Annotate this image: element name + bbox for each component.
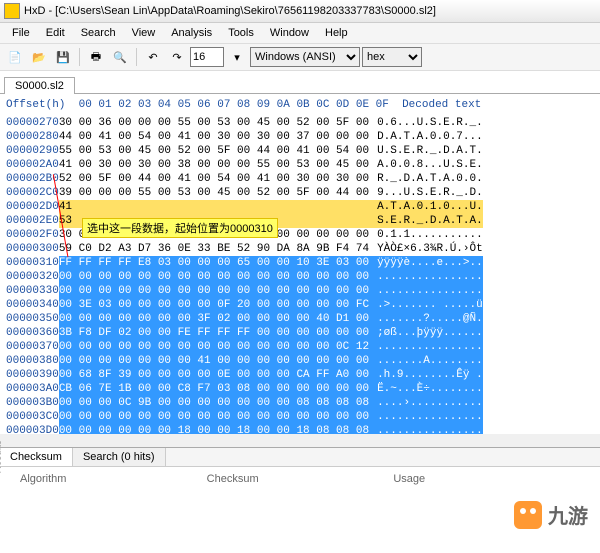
menu-analysis[interactable]: Analysis: [163, 25, 220, 41]
new-icon[interactable]: 📄: [4, 46, 26, 68]
app-icon: [4, 3, 20, 19]
annotation-callout: 选中这一段数据，起始位置为0000310: [82, 218, 278, 238]
hex-row[interactable]: 00000340 00 3E 03 00 00 00 00 00 0F 20 0…: [0, 298, 600, 312]
hex-editor[interactable]: Offset(h) 00 01 02 03 04 05 06 07 08 09 …: [0, 94, 600, 434]
watermark: 九游: [514, 500, 588, 529]
results-columns: Algorithm Checksum Usage: [0, 467, 600, 491]
find-icon[interactable]: 🔍: [109, 46, 131, 68]
undo-icon[interactable]: ↶: [142, 46, 164, 68]
menu-bar: File Edit Search View Analysis Tools Win…: [0, 23, 600, 44]
menu-tools[interactable]: Tools: [220, 25, 262, 41]
hex-row[interactable]: 000003B0 00 00 00 0C 9B 00 00 00 00 00 0…: [0, 396, 600, 410]
menu-window[interactable]: Window: [262, 25, 317, 41]
col-checksum: Checksum: [207, 473, 394, 485]
open-icon[interactable]: 📂: [28, 46, 50, 68]
separator: [79, 48, 80, 66]
dropdown-icon[interactable]: ▾: [226, 46, 248, 68]
hex-row[interactable]: 00000280 44 00 41 00 54 00 41 00 30 00 3…: [0, 130, 600, 144]
hex-row[interactable]: 00000330 00 00 00 00 00 00 00 00 00 00 0…: [0, 284, 600, 298]
hex-row[interactable]: 00000380 00 00 00 00 00 00 00 41 00 00 0…: [0, 354, 600, 368]
menu-file[interactable]: File: [4, 25, 38, 41]
hex-row[interactable]: 000003C0 00 00 00 00 00 00 00 00 00 00 0…: [0, 410, 600, 424]
hex-row[interactable]: 00000370 00 00 00 00 00 00 00 00 00 00 0…: [0, 340, 600, 354]
results-tabs: Checksum Search (0 hits): [0, 448, 600, 467]
results-panel: Results Checksum Search (0 hits) Algorit…: [0, 447, 600, 553]
menu-view[interactable]: View: [124, 25, 164, 41]
bytes-per-row-input[interactable]: [190, 47, 224, 67]
file-tabs: S0000.sl2: [0, 71, 600, 94]
hex-row[interactable]: 00000390 00 68 8F 39 00 00 00 00 0E 00 0…: [0, 368, 600, 382]
hex-header: Offset(h) 00 01 02 03 04 05 06 07 08 09 …: [0, 94, 600, 116]
hex-row[interactable]: 000002A0 41 00 30 00 30 00 38 00 00 00 5…: [0, 158, 600, 172]
separator: [136, 48, 137, 66]
title-bar: HxD - [C:\Users\Sean Lin\AppData\Roaming…: [0, 0, 600, 23]
print-icon[interactable]: 🖶: [85, 46, 107, 68]
hex-row[interactable]: 00000270 30 00 36 00 00 00 55 00 53 00 4…: [0, 116, 600, 130]
hex-row[interactable]: 00000290 55 00 53 00 45 00 52 00 5F 00 4…: [0, 144, 600, 158]
tab-search[interactable]: Search (0 hits): [73, 448, 166, 466]
watermark-icon: [514, 501, 542, 529]
toolbar: 📄 📂 💾 🖶 🔍 ↶ ↷ ▾ Windows (ANSI) hex: [0, 44, 600, 71]
encoding-select[interactable]: Windows (ANSI): [250, 47, 360, 67]
redo-icon[interactable]: ↷: [166, 46, 188, 68]
window-title: HxD - [C:\Users\Sean Lin\AppData\Roaming…: [24, 5, 436, 17]
menu-edit[interactable]: Edit: [38, 25, 73, 41]
hex-row[interactable]: 000003D0 00 00 00 00 00 00 18 00 00 18 0…: [0, 424, 600, 434]
tab-checksum[interactable]: Checksum: [0, 448, 73, 466]
col-algorithm: Algorithm: [20, 473, 207, 485]
watermark-text: 九游: [548, 500, 588, 529]
menu-help[interactable]: Help: [317, 25, 356, 41]
tab-file[interactable]: S0000.sl2: [4, 77, 75, 94]
menu-search[interactable]: Search: [73, 25, 124, 41]
hex-row[interactable]: 000002C0 39 00 00 00 55 00 53 00 45 00 5…: [0, 186, 600, 200]
hex-row[interactable]: 000002B0 52 00 5F 00 44 00 41 00 54 00 4…: [0, 172, 600, 186]
hex-row[interactable]: 00000300 59 C0 D2 A3 D7 36 0E 33 BE 52 9…: [0, 242, 600, 256]
save-icon[interactable]: 💾: [52, 46, 74, 68]
base-select[interactable]: hex: [362, 47, 422, 67]
hex-row[interactable]: 00000360 3B F8 DF 02 00 00 FE FF FF FF 0…: [0, 326, 600, 340]
results-label: Results: [0, 440, 4, 473]
hex-row[interactable]: 00000320 00 00 00 00 00 00 00 00 00 00 0…: [0, 270, 600, 284]
hex-row[interactable]: 000002D0 41 A.T.A.0.1.0...U.: [0, 200, 600, 214]
hex-row[interactable]: 000003A0 CB 06 7E 1B 00 00 C8 F7 03 08 0…: [0, 382, 600, 396]
hex-row[interactable]: 00000310 FF FF FF FF E8 03 00 00 00 65 0…: [0, 256, 600, 270]
hex-row[interactable]: 00000350 00 00 00 00 00 00 00 3F 02 00 0…: [0, 312, 600, 326]
col-usage: Usage: [393, 473, 580, 485]
